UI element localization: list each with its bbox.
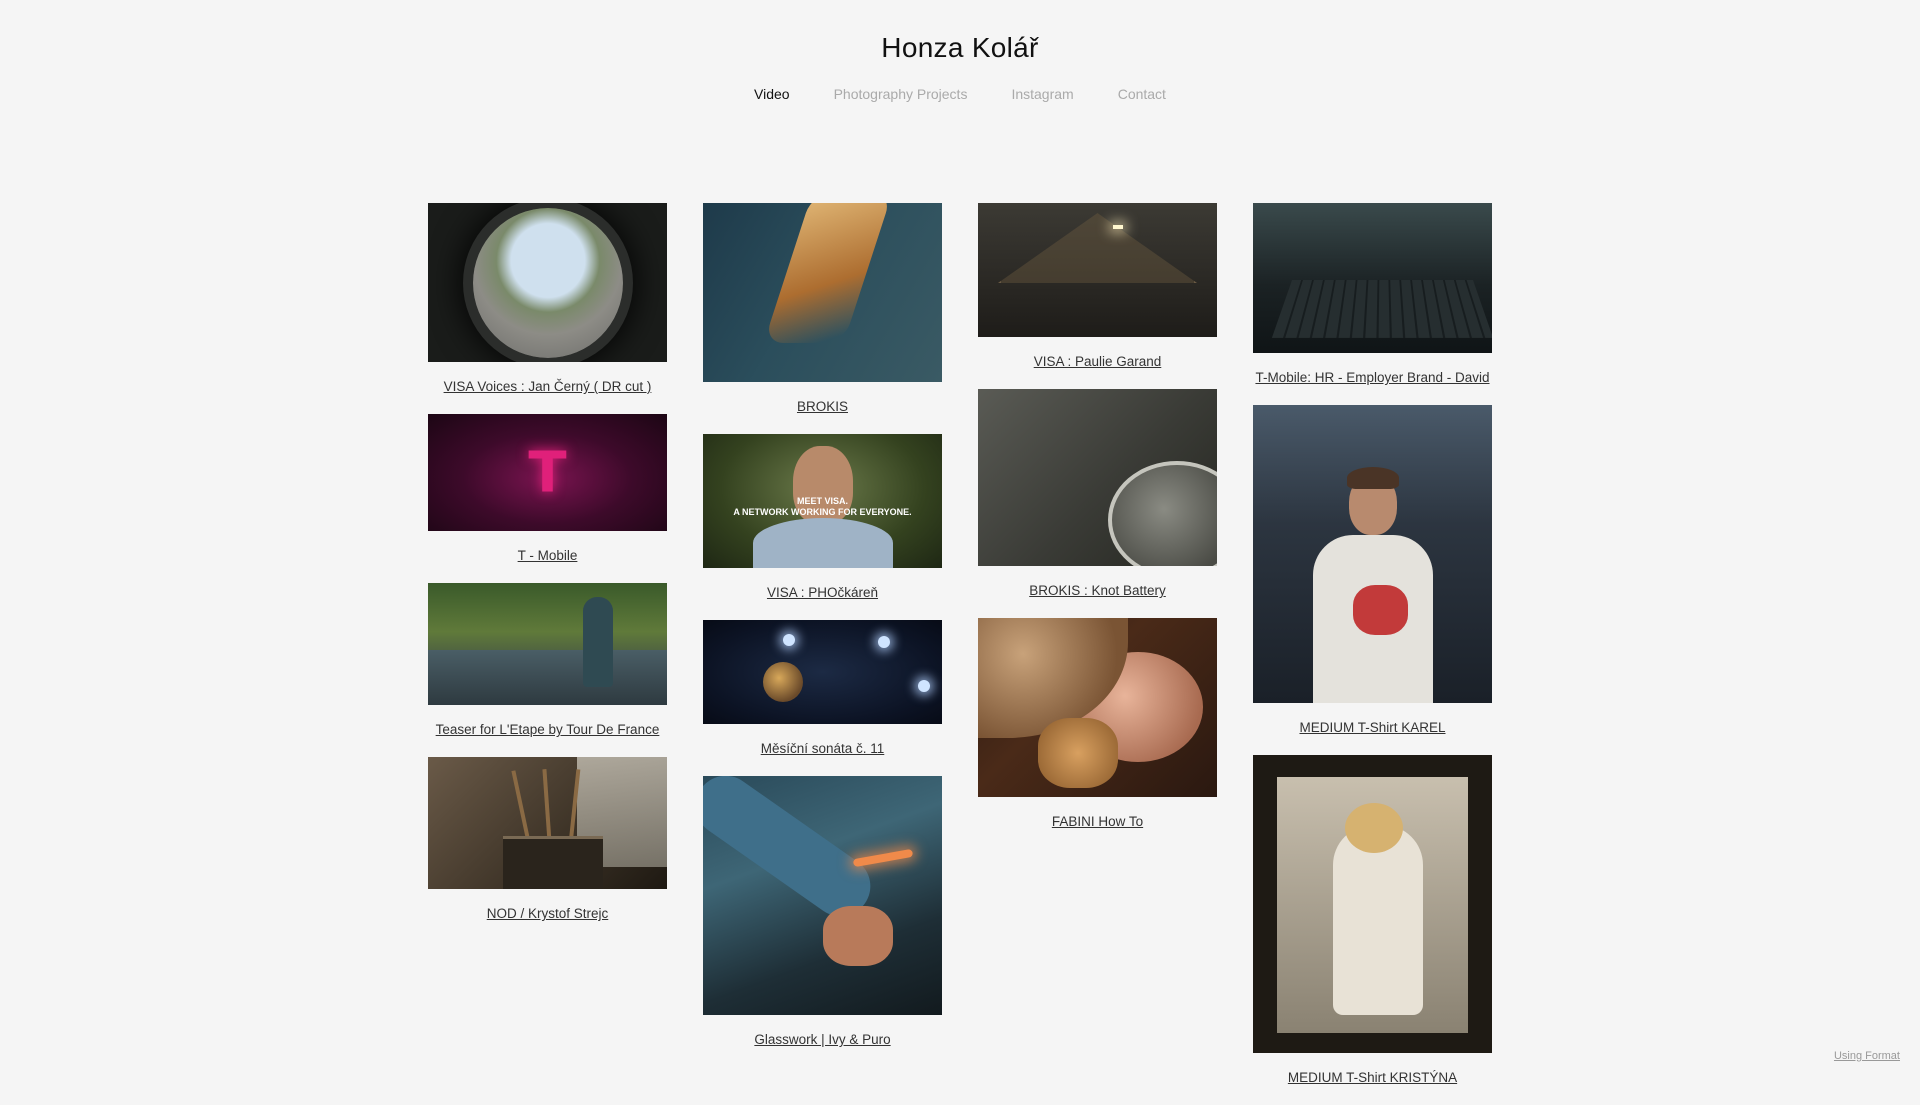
- video-thumbnail[interactable]: T: [428, 414, 667, 531]
- video-item-medium-karel[interactable]: MEDIUM T-Shirt KAREL: [1253, 405, 1492, 737]
- grid-column-4: T-Mobile: HR - Employer Brand - David ME…: [1253, 203, 1492, 1105]
- grid-column-3: VISA : Paulie Garand BROKIS : Knot Batte…: [978, 203, 1217, 849]
- video-grid: VISA Voices : Jan Černý ( DR cut ) T T -…: [428, 203, 1492, 1105]
- video-thumbnail[interactable]: [703, 776, 942, 1015]
- nav-instagram[interactable]: Instagram: [1011, 86, 1073, 102]
- video-item-paulie-garand[interactable]: VISA : Paulie Garand: [978, 203, 1217, 371]
- video-thumbnail[interactable]: [703, 203, 942, 382]
- video-item-tmobile-hr-david[interactable]: T-Mobile: HR - Employer Brand - David: [1253, 203, 1492, 387]
- video-thumbnail[interactable]: [1253, 405, 1492, 703]
- video-caption[interactable]: VISA : Paulie Garand: [978, 353, 1217, 371]
- thumbnail-overlay-text: MEET VISA. A NETWORK WORKING FOR EVERYON…: [733, 496, 912, 517]
- video-thumbnail[interactable]: [428, 583, 667, 705]
- video-item-glasswork[interactable]: Glasswork | Ivy & Puro: [703, 776, 942, 1049]
- video-caption[interactable]: Měsíční sonáta č. 11: [703, 740, 942, 758]
- main-nav: Video Photography Projects Instagram Con…: [0, 86, 1920, 102]
- video-thumbnail[interactable]: [1253, 755, 1492, 1053]
- video-caption[interactable]: Teaser for L'Etape by Tour De France: [428, 721, 667, 739]
- video-item-brokis-knot-battery[interactable]: BROKIS : Knot Battery: [978, 389, 1217, 600]
- video-caption[interactable]: VISA : PHOčkáreň: [703, 584, 942, 602]
- grid-column-2: BROKIS MEET VISA. A NETWORK WORKING FOR …: [703, 203, 942, 1067]
- video-thumbnail[interactable]: MEET VISA. A NETWORK WORKING FOR EVERYON…: [703, 434, 942, 568]
- video-item-nod[interactable]: NOD / Krystof Strejc: [428, 757, 667, 923]
- video-caption[interactable]: BROKIS: [703, 398, 942, 416]
- video-caption[interactable]: MEDIUM T-Shirt KRISTÝNA: [1253, 1069, 1492, 1087]
- site-title[interactable]: Honza Kolář: [0, 32, 1920, 64]
- video-caption[interactable]: T - Mobile: [428, 547, 667, 565]
- video-thumbnail[interactable]: [978, 618, 1217, 797]
- grid-column-1: VISA Voices : Jan Černý ( DR cut ) T T -…: [428, 203, 667, 941]
- video-caption[interactable]: Glasswork | Ivy & Puro: [703, 1031, 942, 1049]
- video-thumbnail[interactable]: [703, 620, 942, 724]
- video-item-medium-kristyna[interactable]: MEDIUM T-Shirt KRISTÝNA: [1253, 755, 1492, 1087]
- video-item-letape-teaser[interactable]: Teaser for L'Etape by Tour De France: [428, 583, 667, 739]
- video-item-brokis[interactable]: BROKIS: [703, 203, 942, 416]
- video-thumbnail[interactable]: [978, 389, 1217, 566]
- video-thumbnail[interactable]: [1253, 203, 1492, 353]
- video-thumbnail[interactable]: [428, 757, 667, 889]
- nav-contact[interactable]: Contact: [1118, 86, 1166, 102]
- video-item-visa-voices[interactable]: VISA Voices : Jan Černý ( DR cut ): [428, 203, 667, 396]
- video-item-visa-phockaren[interactable]: MEET VISA. A NETWORK WORKING FOR EVERYON…: [703, 434, 942, 602]
- video-thumbnail[interactable]: [978, 203, 1217, 337]
- nav-photography-projects[interactable]: Photography Projects: [834, 86, 968, 102]
- nav-video[interactable]: Video: [754, 86, 790, 102]
- t-mobile-logo-icon: T: [528, 440, 567, 505]
- video-caption[interactable]: VISA Voices : Jan Černý ( DR cut ): [428, 378, 667, 396]
- video-caption[interactable]: FABINI How To: [978, 813, 1217, 831]
- video-caption[interactable]: MEDIUM T-Shirt KAREL: [1253, 719, 1492, 737]
- video-item-mesicni-sonata[interactable]: Měsíční sonáta č. 11: [703, 620, 942, 758]
- video-thumbnail[interactable]: [428, 203, 667, 362]
- video-item-fabini[interactable]: FABINI How To: [978, 618, 1217, 831]
- using-format-link[interactable]: Using Format: [1834, 1050, 1900, 1062]
- video-item-t-mobile[interactable]: T T - Mobile: [428, 414, 667, 565]
- video-caption[interactable]: BROKIS : Knot Battery: [978, 582, 1217, 600]
- video-caption[interactable]: NOD / Krystof Strejc: [428, 905, 667, 923]
- video-caption[interactable]: T-Mobile: HR - Employer Brand - David: [1253, 369, 1492, 387]
